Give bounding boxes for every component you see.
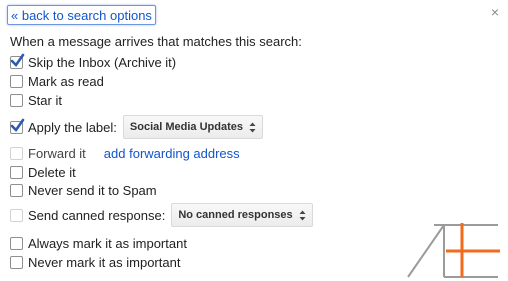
apply-label-label: Apply the label: — [28, 119, 117, 135]
close-icon[interactable]: × — [489, 5, 501, 19]
delete-label: Delete it — [28, 164, 76, 180]
never-important-label: Never mark it as important — [28, 254, 181, 270]
option-star: Star it — [10, 90, 62, 110]
apply-label-checkbox[interactable] — [10, 118, 25, 134]
option-skip-inbox: Skip the Inbox (Archive it) — [10, 52, 176, 72]
delete-checkbox[interactable] — [10, 165, 23, 179]
mark-read-label: Mark as read — [28, 73, 104, 89]
canned-response-select[interactable]: No canned responses — [171, 203, 313, 227]
canned-response-label: Send canned response: — [28, 207, 166, 223]
always-important-label: Always mark it as important — [28, 235, 187, 251]
forward-label: Forward it — [28, 145, 86, 161]
checkmark-icon — [10, 53, 25, 67]
updown-arrows-icon — [249, 122, 256, 133]
filter-intro-text: When a message arrives that matches this… — [10, 34, 302, 49]
option-never-spam: Never send it to Spam — [10, 180, 157, 200]
forward-checkbox[interactable] — [10, 146, 23, 160]
add-forwarding-address-link[interactable]: add forwarding address — [104, 146, 240, 161]
checkmark-icon — [10, 118, 25, 132]
star-checkbox[interactable] — [10, 93, 23, 107]
star-label: Star it — [28, 92, 62, 108]
option-always-important: Always mark it as important — [10, 233, 187, 253]
canned-response-select-value: No canned responses — [178, 209, 293, 221]
never-important-checkbox[interactable] — [10, 255, 23, 269]
label-select-value: Social Media Updates — [129, 121, 243, 133]
back-to-search-options-link[interactable]: « back to search options — [7, 5, 156, 25]
never-spam-checkbox[interactable] — [10, 183, 23, 197]
option-delete: Delete it — [10, 162, 76, 182]
skip-inbox-label: Skip the Inbox (Archive it) — [28, 54, 177, 70]
always-important-checkbox[interactable] — [10, 236, 23, 250]
option-mark-read: Mark as read — [10, 71, 104, 91]
option-forward: Forward it add forwarding address — [10, 143, 240, 163]
option-never-important: Never mark it as important — [10, 252, 180, 272]
option-canned-response: Send canned response: No canned response… — [10, 203, 313, 227]
ae-logo — [407, 223, 500, 278]
never-spam-label: Never send it to Spam — [28, 182, 157, 198]
mark-read-checkbox[interactable] — [10, 74, 23, 88]
canned-response-checkbox[interactable] — [10, 208, 23, 222]
label-select[interactable]: Social Media Updates — [122, 115, 263, 139]
option-apply-label: Apply the label: Social Media Updates — [10, 115, 263, 139]
skip-inbox-checkbox[interactable] — [10, 53, 25, 69]
updown-arrows-icon — [299, 210, 306, 221]
